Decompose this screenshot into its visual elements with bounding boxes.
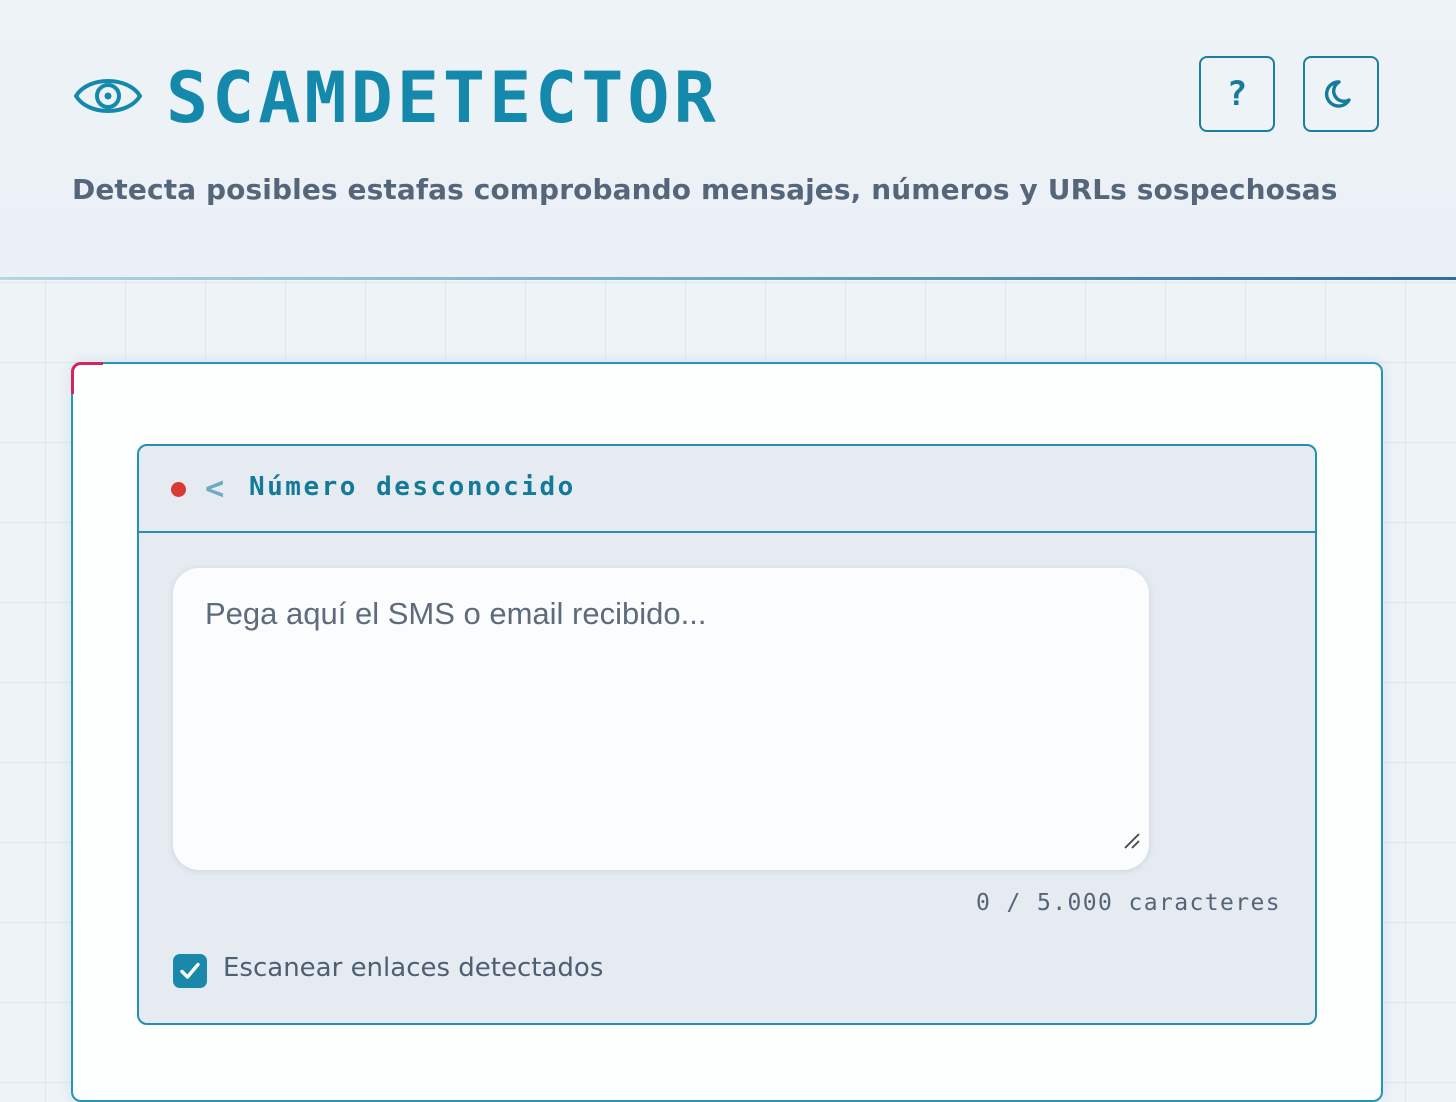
message-panel: < Número desconocido 0 / 5.000 caractere… bbox=[137, 444, 1317, 1025]
resize-handle-icon[interactable] bbox=[1121, 830, 1141, 850]
contact-name: Número desconocido bbox=[249, 472, 576, 502]
character-counter: 0 / 5.000 caracteres bbox=[976, 890, 1281, 916]
theme-toggle-button[interactable] bbox=[1303, 56, 1379, 132]
chat-header: < Número desconocido bbox=[139, 446, 1315, 533]
card-corner-accent bbox=[71, 362, 103, 394]
checkmark-icon bbox=[180, 962, 200, 979]
app-title: SCAMDETECTOR bbox=[166, 57, 720, 139]
help-button[interactable]: ? bbox=[1199, 56, 1275, 132]
moon-icon bbox=[1324, 80, 1351, 108]
message-input[interactable] bbox=[173, 568, 1149, 870]
question-mark-icon: ? bbox=[1226, 74, 1248, 114]
eye-icon bbox=[74, 79, 142, 113]
scan-links-label[interactable]: Escanear enlaces detectados bbox=[223, 953, 603, 983]
status-dot bbox=[171, 482, 186, 497]
back-icon[interactable]: < bbox=[205, 469, 224, 507]
header-divider bbox=[0, 277, 1456, 280]
page-subtitle: Detecta posibles estafas comprobando men… bbox=[72, 173, 1338, 206]
app-header bbox=[0, 0, 1456, 279]
scan-links-checkbox[interactable] bbox=[173, 954, 207, 988]
